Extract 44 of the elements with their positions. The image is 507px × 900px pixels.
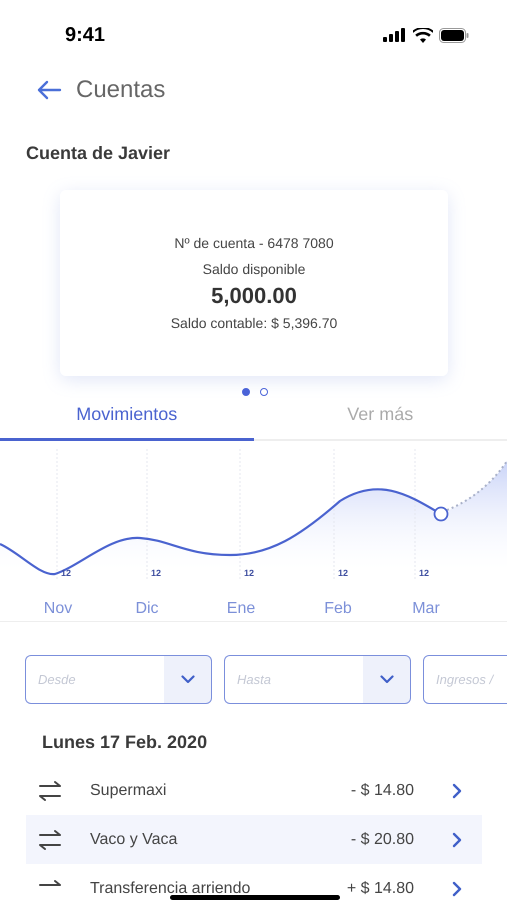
chart-point bbox=[434, 506, 448, 522]
tab[interactable]: Movimientos bbox=[0, 398, 254, 441]
account-title: Cuenta de Javier bbox=[25, 142, 172, 165]
transaction-name: Transferencia arriendo bbox=[90, 880, 252, 898]
transaction-row[interactable]: Supermaxi - $ 14.80 bbox=[26, 766, 482, 815]
transaction-amount: + $ 14.80 bbox=[346, 880, 414, 898]
status-time: 9:41 bbox=[65, 24, 106, 46]
filter-field[interactable]: Ingresos / bbox=[423, 655, 507, 704]
page-dot[interactable] bbox=[242, 388, 250, 396]
swap-arrows-icon bbox=[38, 780, 62, 802]
projection-line bbox=[446, 460, 507, 511]
signal-icon bbox=[383, 28, 407, 42]
day-label: 12 bbox=[61, 568, 72, 578]
transaction-amount: - $ 20.80 bbox=[350, 830, 414, 848]
chevron-right-icon bbox=[452, 782, 462, 798]
transaction-row[interactable]: Vaco y Vaca - $ 20.80 bbox=[26, 815, 482, 864]
battery-icon bbox=[439, 28, 469, 42]
transaction-name: Supermaxi bbox=[90, 782, 168, 800]
day-label: 12 bbox=[244, 568, 254, 578]
month-label[interactable]: Feb bbox=[324, 600, 352, 617]
transaction-name: Vaco y Vaca bbox=[90, 830, 178, 848]
date-heading: Lunes 17 Feb. 2020 bbox=[41, 731, 208, 754]
month-label[interactable]: Mar bbox=[412, 600, 440, 617]
balance-amount: 5,000.00 bbox=[211, 283, 297, 309]
transaction-row[interactable]: Transferencia arriendo + $ 14.80 bbox=[26, 864, 482, 900]
month-label[interactable]: Ene bbox=[226, 600, 256, 617]
swap-arrows-icon bbox=[38, 828, 62, 850]
balance-label: Saldo disponible bbox=[202, 261, 306, 277]
back-arrow-icon bbox=[36, 80, 62, 100]
chevron-right-icon bbox=[452, 880, 462, 896]
month-label[interactable]: Nov bbox=[44, 600, 72, 617]
account-number: Nº de cuenta - 6478 7080 bbox=[174, 235, 334, 251]
tab[interactable]: Ver más bbox=[254, 398, 507, 441]
chevron-right-icon bbox=[452, 832, 462, 848]
day-label: 12 bbox=[338, 568, 348, 578]
page-dot[interactable] bbox=[260, 388, 268, 396]
account-card[interactable]: Nº de cuenta - 6478 7080 Saldo disponible 5,000.00 Saldo contable: $ 5,396.70 bbox=[60, 190, 448, 376]
transaction-amount: - $ 14.80 bbox=[350, 782, 414, 800]
wifi-icon bbox=[413, 28, 433, 42]
day-label: 12 bbox=[151, 568, 162, 578]
book-balance: Saldo contable: $ 5,396.70 bbox=[170, 315, 338, 331]
page-title: Cuentas bbox=[76, 76, 166, 104]
day-label: 12 bbox=[419, 568, 430, 578]
month-label[interactable]: Dic bbox=[135, 600, 159, 617]
